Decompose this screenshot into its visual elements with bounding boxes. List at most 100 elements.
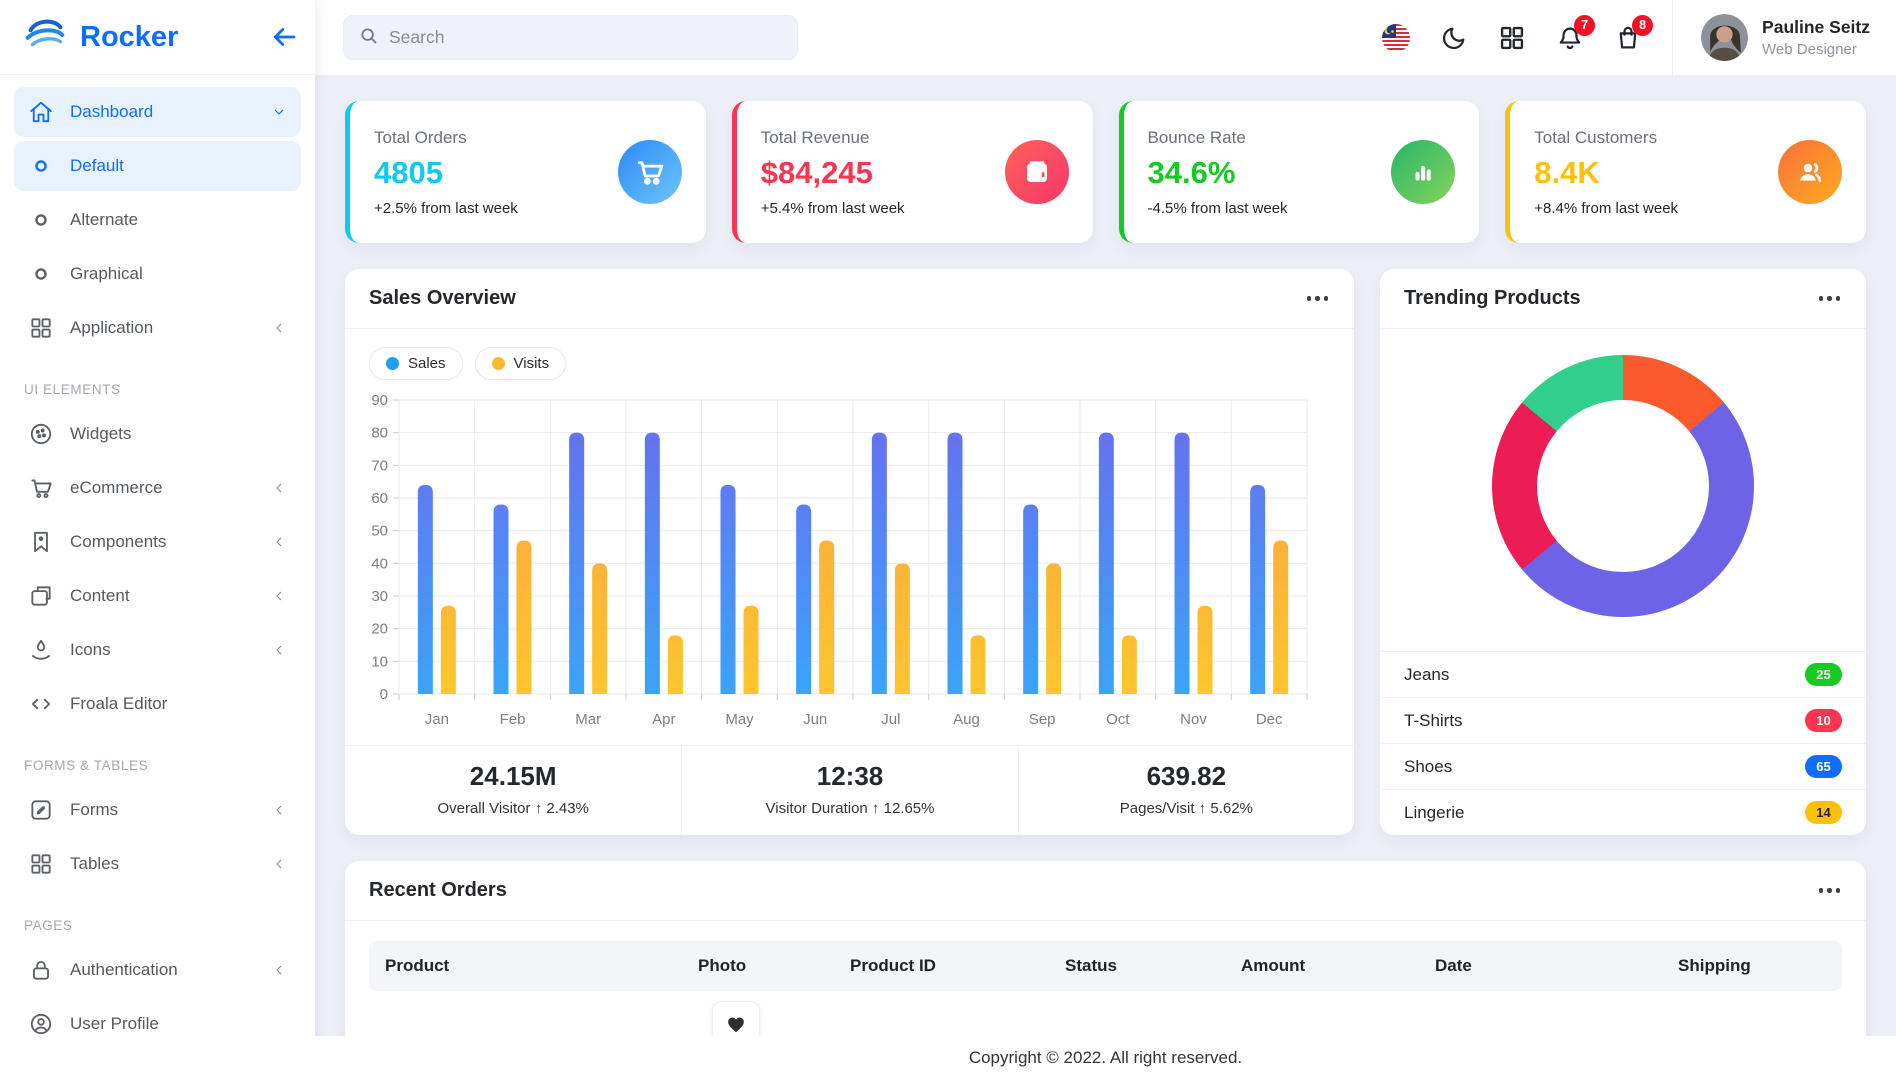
sidebar-item-authentication[interactable]: Authentication xyxy=(14,945,301,995)
sidebar-section-label: FORMS & TABLES xyxy=(0,733,315,781)
pencil-square-icon xyxy=(28,797,54,823)
stat-card-bounce-rate[interactable]: Bounce Rate34.6%-4.5% from last week xyxy=(1119,101,1480,243)
sidebar-item-froala-editor[interactable]: Froala Editor xyxy=(14,679,301,729)
stat-card-text: Bounce Rate34.6%-4.5% from last week xyxy=(1148,128,1288,217)
cart-icon xyxy=(28,475,54,501)
wallet-icon xyxy=(1005,140,1069,204)
dark-mode-toggle[interactable] xyxy=(1440,24,1468,52)
sidebar-collapse-button[interactable] xyxy=(269,22,299,52)
bar-visits-Sep xyxy=(1046,563,1061,694)
stat-card-title: Total Orders xyxy=(374,128,518,148)
sidebar-item-icons[interactable]: Icons xyxy=(14,625,301,675)
bar-sales-Jan xyxy=(418,485,433,694)
bar-sales-Nov xyxy=(1175,433,1190,694)
home-icon xyxy=(28,99,54,125)
sidebar-item-label: Authentication xyxy=(70,960,178,980)
chart-legend: Sales Visits xyxy=(345,329,1354,384)
stat-card-total-customers[interactable]: Total Customers8.4K+8.4% from last week xyxy=(1505,101,1866,243)
product-count-badge: 25 xyxy=(1805,663,1842,686)
product-count-badge: 14 xyxy=(1805,801,1842,824)
grid-icon xyxy=(28,315,54,341)
orders-column-shipping: Shipping xyxy=(1678,956,1842,976)
legend-dot xyxy=(386,357,399,370)
bar-visits-May xyxy=(744,606,759,694)
svg-text:May: May xyxy=(725,711,754,728)
bar-sales-Oct xyxy=(1099,433,1114,694)
cart-fill-icon xyxy=(618,140,682,204)
sidebar-item-ecommerce[interactable]: eCommerce xyxy=(14,463,301,513)
sidebar-item-label: Alternate xyxy=(70,210,138,230)
code-icon xyxy=(28,691,54,717)
stat-card-change: +2.5% from last week xyxy=(374,200,518,217)
bar-visits-Jul xyxy=(895,563,910,694)
footer: Copyright © 2022. All right reserved. xyxy=(315,1036,1896,1080)
chevron-left-icon xyxy=(271,642,287,658)
cookie-icon xyxy=(28,421,54,447)
app-logo-text: Rocker xyxy=(80,21,269,54)
svg-text:30: 30 xyxy=(371,588,388,605)
sidebar-item-application[interactable]: Application xyxy=(14,303,301,353)
cart-badge: 8 xyxy=(1632,15,1653,36)
cart-button[interactable]: 8 xyxy=(1614,24,1642,52)
svg-text:10: 10 xyxy=(371,653,388,670)
bookmark-icon xyxy=(28,529,54,555)
stat-card-text: Total Orders4805+2.5% from last week xyxy=(374,128,518,217)
stat-card-total-revenue[interactable]: Total Revenue$84,245+5.4% from last week xyxy=(732,101,1093,243)
bar-visits-Mar xyxy=(592,563,607,694)
sidebar-item-label: Forms xyxy=(70,800,118,820)
radio-circle-icon xyxy=(28,207,54,233)
svg-text:40: 40 xyxy=(371,555,388,572)
svg-text:Jan: Jan xyxy=(425,711,449,728)
recent-orders-title: Recent Orders xyxy=(369,879,507,902)
sidebar-item-graphical[interactable]: Graphical xyxy=(14,249,301,299)
product-row-jeans[interactable]: Jeans25 xyxy=(1380,651,1866,697)
sidebar-item-alternate[interactable]: Alternate xyxy=(14,195,301,245)
trending-products-menu[interactable] xyxy=(1817,288,1843,309)
sales-overview-menu[interactable] xyxy=(1305,288,1331,309)
search-box xyxy=(343,15,798,60)
stat-card-total-orders[interactable]: Total Orders4805+2.5% from last week xyxy=(345,101,706,243)
svg-text:20: 20 xyxy=(371,621,388,638)
bar-sales-Aug xyxy=(948,433,963,694)
recent-orders-menu[interactable] xyxy=(1817,880,1843,901)
app-logo-icon xyxy=(22,12,68,63)
product-row-lingerie[interactable]: Lingerie14 xyxy=(1380,789,1866,835)
stat-card-value: 34.6% xyxy=(1148,155,1288,191)
sales-stat: 24.15MOverall Visitor ↑ 2.43% xyxy=(345,746,681,835)
legend-visits[interactable]: Visits xyxy=(475,347,567,380)
sidebar-item-dashboard[interactable]: Dashboard xyxy=(14,87,301,137)
sidebar-item-forms[interactable]: Forms xyxy=(14,785,301,835)
search-input[interactable] xyxy=(389,27,783,48)
language-flag-button[interactable] xyxy=(1382,24,1410,52)
chevron-left-icon xyxy=(271,856,287,872)
bar-visits-Feb xyxy=(517,540,532,694)
product-row-t-shirts[interactable]: T-Shirts10 xyxy=(1380,697,1866,743)
notifications-button[interactable]: 7 xyxy=(1556,24,1584,52)
sidebar-item-tables[interactable]: Tables xyxy=(14,839,301,889)
product-list: Jeans25T-Shirts10Shoes65Lingerie14 xyxy=(1380,651,1866,835)
sidebar-item-user-profile[interactable]: User Profile xyxy=(14,999,301,1049)
sidebar-item-widgets[interactable]: Widgets xyxy=(14,409,301,459)
stat-card-change: +5.4% from last week xyxy=(761,200,905,217)
sidebar-item-components[interactable]: Components xyxy=(14,517,301,567)
user-role: Web Designer xyxy=(1762,41,1870,58)
sales-overview-card: Sales Overview SalesVisits 0102030405060… xyxy=(345,269,1354,835)
orders-column-product: Product xyxy=(369,956,698,976)
droplet-hand-icon xyxy=(28,637,54,663)
sales-stat: 12:38Visitor Duration ↑ 12.65% xyxy=(681,746,1017,835)
svg-text:70: 70 xyxy=(371,457,388,474)
stat-card-change: +8.4% from last week xyxy=(1534,200,1678,217)
sidebar-item-content[interactable]: Content xyxy=(14,571,301,621)
apps-grid-button[interactable] xyxy=(1498,24,1526,52)
legend-sales[interactable]: Sales xyxy=(369,347,463,380)
legend-dot xyxy=(492,357,505,370)
sales-summary-stats: 24.15MOverall Visitor ↑ 2.43%12:38Visito… xyxy=(345,745,1354,835)
user-menu[interactable]: Pauline Seitz Web Designer xyxy=(1672,0,1870,75)
product-photo xyxy=(725,1013,747,1035)
product-row-shoes[interactable]: Shoes65 xyxy=(1380,743,1866,789)
bar-visits-Jun xyxy=(819,540,834,694)
bar-visits-Apr xyxy=(668,635,683,694)
legend-label: Visits xyxy=(514,355,550,372)
sidebar-item-default[interactable]: Default xyxy=(14,141,301,191)
sidebar-item-label: Components xyxy=(70,532,166,552)
